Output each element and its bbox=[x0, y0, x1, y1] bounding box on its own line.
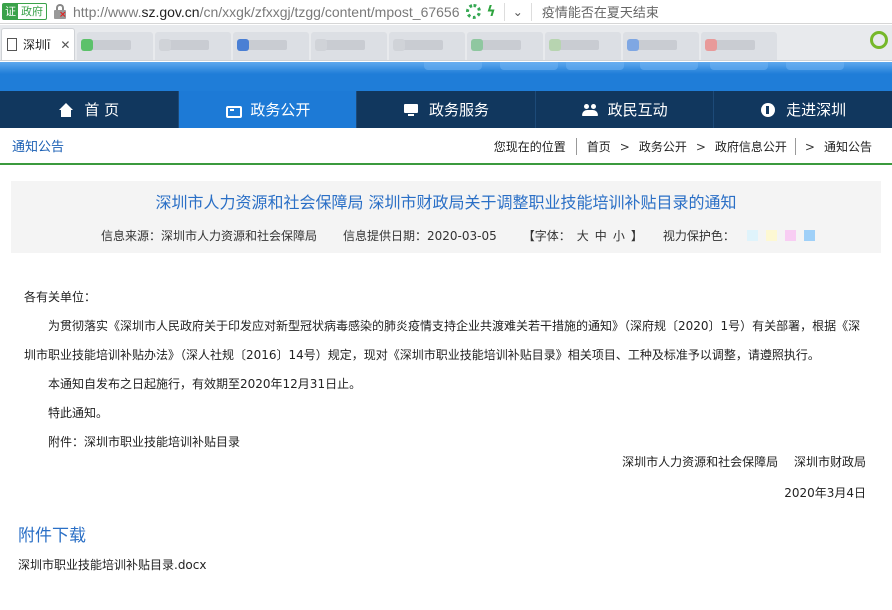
cert-label: 政府 bbox=[21, 5, 43, 18]
browser-menu-icon[interactable] bbox=[870, 31, 888, 49]
tab-blurred[interactable] bbox=[701, 32, 777, 60]
tab-blurred[interactable] bbox=[311, 32, 387, 60]
attachment-link[interactable]: 深圳市职业技能培训补贴目录.docx bbox=[18, 556, 206, 573]
color-swatch[interactable] bbox=[803, 230, 815, 241]
font-large-button[interactable]: 大 bbox=[577, 227, 589, 244]
breadcrumb: 您现在的位置 首页 > 政务公开 > 政府信息公开 > 通知公告 bbox=[494, 128, 872, 165]
paragraph: 为贯彻落实《深圳市人民政府关于印发应对新型冠状病毒感染的肺炎疫情支持企业共渡难关… bbox=[48, 319, 861, 333]
nav-label: 走进深圳 bbox=[786, 101, 847, 119]
breadcrumb-separator: > bbox=[619, 139, 630, 154]
shenzhen-icon bbox=[760, 102, 776, 117]
url-domain: sz.gov.cn bbox=[141, 3, 200, 20]
breadcrumb-link[interactable]: 首页 bbox=[587, 138, 611, 155]
url-path: /cn/xxgk/zfxxgj/tzgg/content/mpost_67656 bbox=[199, 3, 460, 20]
cert-icon: 证 bbox=[3, 4, 18, 19]
monitor-icon bbox=[403, 103, 419, 117]
breadcrumb-separator: > bbox=[695, 139, 706, 154]
people-icon bbox=[581, 103, 598, 117]
color-swatches bbox=[746, 230, 823, 241]
signature: 深圳市人力资源和社会保障局 深圳市财政局 bbox=[622, 455, 866, 469]
nav-interaction[interactable]: 政民互动 bbox=[536, 91, 715, 128]
tab-active[interactable]: 深圳ī ✕ bbox=[1, 28, 75, 60]
lightning-icon[interactable]: ϟ bbox=[487, 4, 496, 20]
gov-icon bbox=[224, 103, 243, 118]
chevron-down-icon[interactable]: ⌄ bbox=[513, 5, 523, 19]
font-size-close: 】 bbox=[630, 229, 643, 243]
insecure-lock-icon[interactable]: × bbox=[53, 3, 67, 20]
color-swatch[interactable] bbox=[784, 230, 796, 241]
close-icon[interactable]: ✕ bbox=[60, 38, 70, 52]
article-title: 深圳市人力资源和社会保障局 深圳市财政局关于调整职业技能培训补贴目录的通知 bbox=[155, 193, 737, 212]
tab-blurred[interactable] bbox=[467, 32, 543, 60]
nav-shenzhen[interactable]: 走进深圳 bbox=[714, 91, 892, 128]
article-body: 各有关单位： 为贯彻落实《深圳市人民政府关于印发应对新型冠状病毒感染的肺炎疫情支… bbox=[24, 283, 870, 457]
nav-label: 政务服务 bbox=[428, 101, 489, 119]
search-input[interactable]: 疫情能否在夏天结束 bbox=[542, 2, 659, 21]
nav-label: 首 页 bbox=[84, 101, 120, 119]
attachments-title: 附件下载 bbox=[18, 526, 86, 546]
tab-blurred[interactable] bbox=[155, 32, 231, 60]
salutation: 各有关单位： bbox=[24, 290, 97, 304]
color-swatch[interactable] bbox=[746, 230, 758, 241]
breadcrumb-link[interactable]: 通知公告 bbox=[824, 138, 872, 155]
tab-label: 深圳ī bbox=[23, 38, 51, 52]
font-medium-button[interactable]: 中 bbox=[595, 227, 607, 244]
divider bbox=[503, 2, 505, 21]
color-swatch[interactable] bbox=[765, 230, 777, 241]
breadcrumb-row: 通知公告 您现在的位置 首页 > 政务公开 > 政府信息公开 > 通知公告 bbox=[0, 128, 892, 165]
document-icon bbox=[7, 38, 17, 51]
tab-blurred[interactable] bbox=[389, 32, 465, 60]
divider bbox=[530, 2, 532, 21]
tab-blurred[interactable] bbox=[623, 32, 699, 60]
reload-icon[interactable] bbox=[465, 4, 481, 19]
breadcrumb-location-label: 您现在的位置 bbox=[494, 138, 577, 155]
article-source: 信息来源：深圳市人力资源和社会保障局 bbox=[101, 229, 318, 243]
gov-cert-badge[interactable]: 证 政府 bbox=[2, 3, 47, 20]
tab-blurred[interactable] bbox=[233, 32, 309, 60]
site-banner bbox=[0, 62, 892, 91]
nav-label: 政务公开 bbox=[250, 101, 311, 119]
eye-care-label: 视力保护色： bbox=[662, 229, 735, 243]
home-icon bbox=[58, 102, 74, 117]
nav-label: 政民互动 bbox=[607, 101, 668, 119]
font-small-button[interactable]: 小 bbox=[613, 227, 625, 244]
article-header: 深圳市人力资源和社会保障局 深圳市财政局关于调整职业技能培训补贴目录的通知 信息… bbox=[11, 181, 881, 253]
breadcrumb-link[interactable]: 政务公开 bbox=[639, 138, 687, 155]
tab-blurred[interactable] bbox=[545, 32, 621, 60]
breadcrumb-link[interactable]: 政府信息公开 bbox=[715, 138, 796, 155]
url-input[interactable]: http://www.sz.gov.cn/cn/xxgk/zfxxgj/tzgg… bbox=[73, 4, 460, 20]
section-title[interactable]: 通知公告 bbox=[12, 136, 64, 155]
nav-gov-service[interactable]: 政务服务 bbox=[357, 91, 536, 128]
article-date: 信息提供日期：2020-03-05 bbox=[343, 229, 497, 243]
nav-home[interactable]: 首 页 bbox=[0, 91, 179, 128]
paragraph: 特此通知。 bbox=[48, 406, 109, 420]
main-nav: 首 页 政务公开 政务服务 政民互动 走进深圳 bbox=[0, 91, 892, 128]
nav-gov-affairs[interactable]: 政务公开 bbox=[178, 91, 358, 128]
article-meta: 信息来源：深圳市人力资源和社会保障局 信息提供日期：2020-03-05 【字体… bbox=[11, 227, 881, 244]
tab-blurred[interactable] bbox=[77, 32, 153, 60]
paragraph-continued: 圳市职业技能培训补贴办法》（深人社规〔2016〕14号）规定，现对《深圳市职业技… bbox=[24, 348, 820, 362]
sign-date: 2020年3月4日 bbox=[784, 486, 866, 500]
tab-strip: 深圳ī ✕ bbox=[0, 25, 892, 61]
font-size-label: 【字体： bbox=[522, 229, 571, 243]
paragraph: 本通知自发布之日起施行，有效期至2020年12月31日止。 bbox=[48, 377, 362, 391]
url-prefix: http://www. bbox=[73, 3, 142, 20]
breadcrumb-separator: > bbox=[804, 139, 815, 154]
address-bar: 证 政府 × http://www.sz.gov.cn/cn/xxgk/zfxx… bbox=[0, 0, 892, 24]
